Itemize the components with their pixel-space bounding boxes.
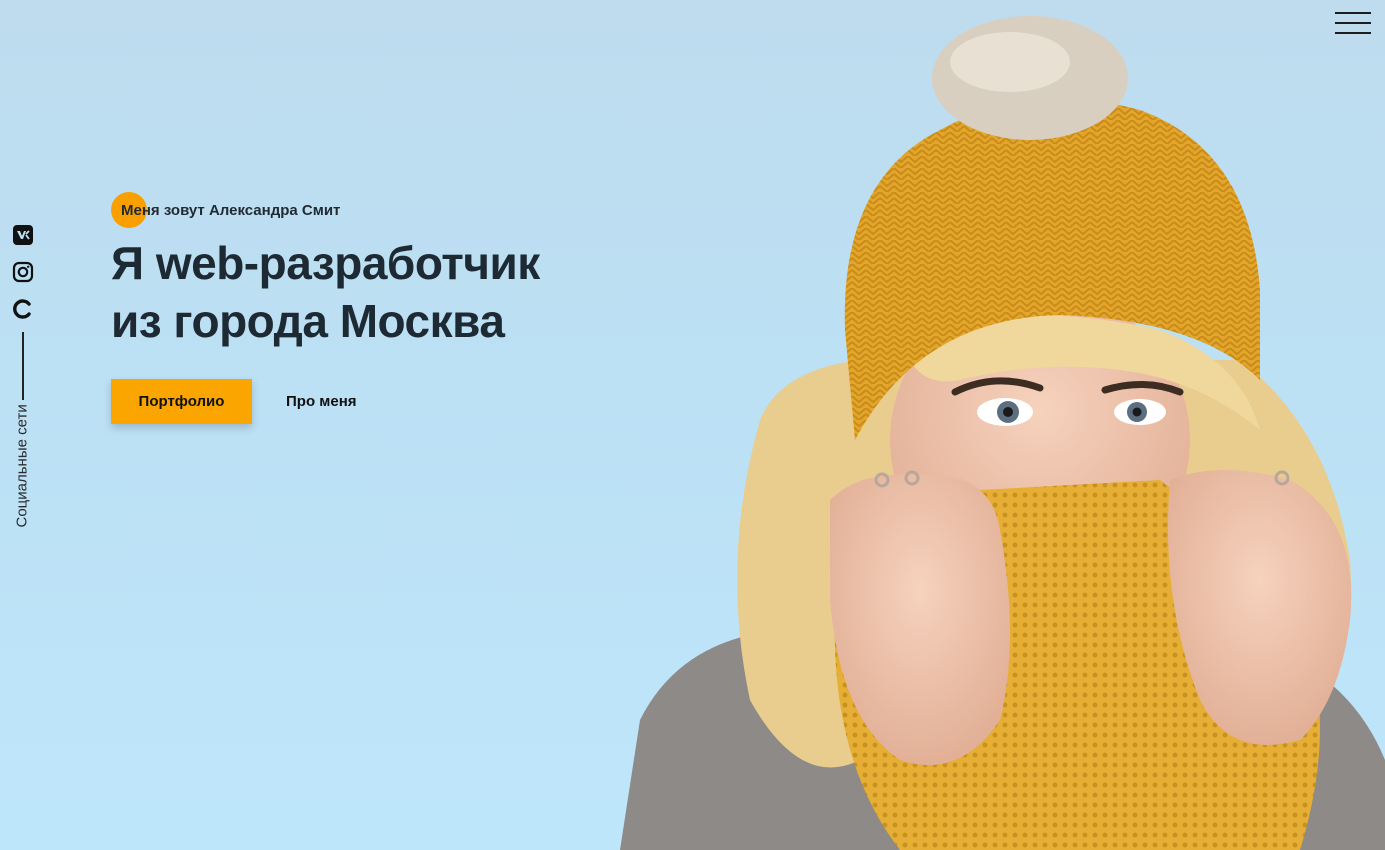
title-line-2: из города Москва	[111, 295, 505, 347]
hero-actions: Портфолио Про меня	[111, 379, 671, 424]
social-divider	[22, 332, 24, 400]
hero-section: Меня зовут Александра Смит Я web-разрабо…	[111, 192, 671, 424]
intro-text: Меня зовут Александра Смит	[121, 201, 341, 219]
hero-photo	[620, 16, 1385, 850]
page-title: Я web-разработчик из города Москва	[111, 234, 671, 350]
intro: Меня зовут Александра Смит	[111, 192, 671, 228]
about-link[interactable]: Про меня	[286, 393, 357, 410]
portfolio-button[interactable]: Портфолио	[111, 379, 252, 424]
social-label: Социальные сети	[13, 404, 31, 528]
title-line-1: Я web-разработчик	[111, 237, 540, 289]
social-sidebar: Социальные сети	[12, 224, 34, 528]
instagram-icon[interactable]	[12, 261, 34, 283]
vk-icon[interactable]	[12, 224, 34, 246]
copyright-icon[interactable]	[12, 298, 34, 320]
